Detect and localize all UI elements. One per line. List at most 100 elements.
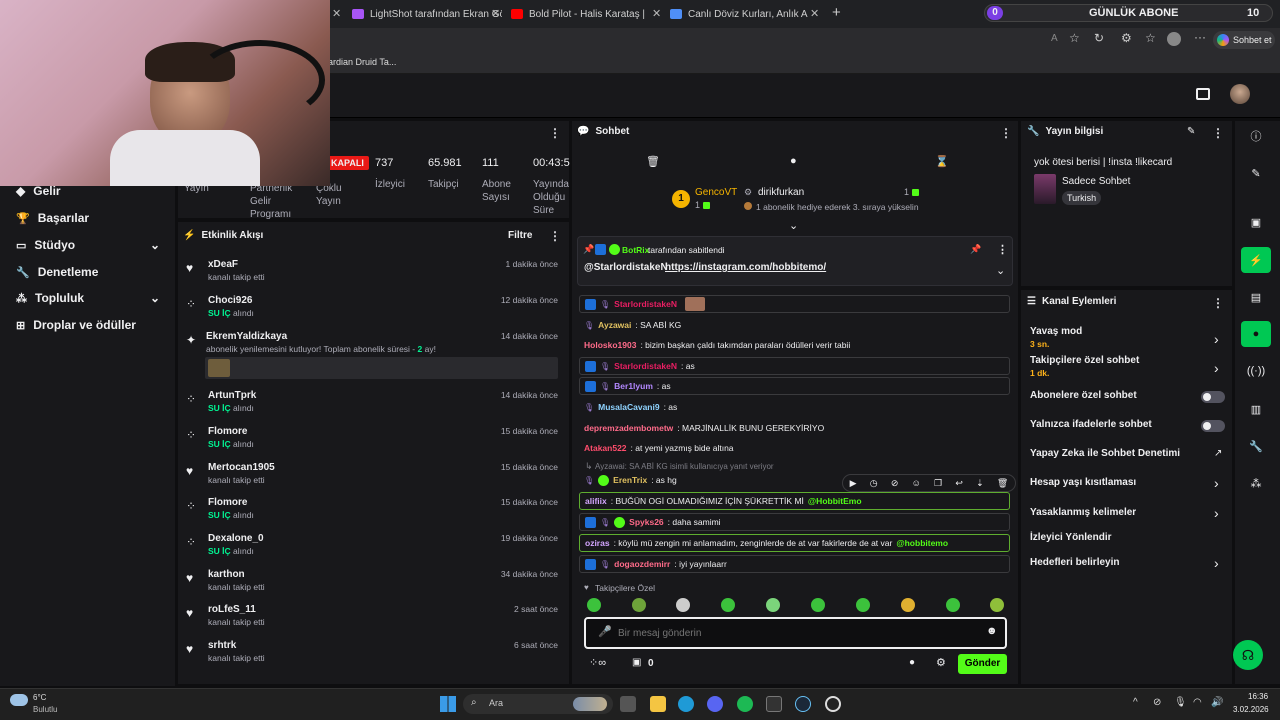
tab-close-icon[interactable]: ✕ (332, 7, 341, 20)
hourglass-icon[interactable]: ⌛ (935, 155, 949, 168)
emote-icon[interactable] (721, 598, 735, 612)
activity-username[interactable]: EkremYaldizkaya (206, 331, 287, 342)
chevron-right-icon[interactable]: › (1214, 555, 1219, 571)
activity-username[interactable]: karthon (208, 569, 245, 580)
chat-username[interactable]: Spyks26 (629, 517, 664, 527)
chat-username[interactable]: oziras (585, 538, 610, 548)
microphone-icon[interactable]: 🎤 (598, 625, 612, 638)
chat-message[interactable]: Atakan522: at yemi yazmış bide altına (579, 439, 1010, 457)
chat-icon[interactable]: ● (1241, 321, 1271, 347)
send-button[interactable]: Gönder (958, 654, 1007, 674)
emote-icon[interactable] (901, 598, 915, 612)
chat-input[interactable] (618, 624, 978, 642)
channel-action-row[interactable]: Hesap yaşı kısıtlaması (1030, 477, 1136, 488)
emoji-icon[interactable]: ☻ (986, 625, 998, 637)
chat-username[interactable]: ErenTrix (613, 475, 647, 485)
clock-date[interactable]: 3.02.2026 (1233, 705, 1269, 714)
chat-message[interactable]: Holosko1903: bizim başkan çaldı takımdan… (579, 336, 1010, 354)
chat-username[interactable]: Ayzawai (598, 320, 631, 330)
chat-username[interactable]: StarlordistakeN (614, 299, 677, 309)
pin-icon[interactable]: ⇣ (976, 478, 984, 489)
category-name[interactable]: Sadece Sohbet (1062, 176, 1130, 187)
clock-time[interactable]: 16:36 (1248, 692, 1268, 701)
chat-message[interactable]: 🎙 Ayzawai: SA ABİ KG (579, 316, 1010, 334)
chat-bubble-icon[interactable]: ● (790, 155, 797, 167)
more-options-icon[interactable]: ⋮ (549, 229, 561, 243)
stream-manager-icon[interactable] (1196, 88, 1210, 100)
more-options-icon[interactable]: ⋮ (1212, 126, 1224, 140)
chat-message[interactable]: 🎙 MusalaCavani9: as (579, 398, 1010, 416)
more-options-icon[interactable]: ⋮ (1000, 126, 1012, 140)
chat-mention[interactable]: @HobbitEmo (808, 496, 862, 506)
chat-message[interactable]: 🎙 Ber1lyum: as (579, 377, 1010, 395)
support-headset-icon[interactable]: ☊ (1233, 640, 1263, 670)
clock-icon[interactable]: ◷ (870, 478, 878, 489)
trash-icon[interactable]: 🗑 (646, 155, 660, 168)
layout-icon[interactable]: ▥ (1241, 396, 1271, 422)
settings-gear-icon[interactable]: ⚙ (936, 656, 946, 669)
chat-username[interactable]: MusalaCavani9 (598, 402, 659, 412)
task-view-icon[interactable] (620, 696, 636, 712)
chevron-down-icon[interactable]: ⌄ (996, 264, 1005, 277)
more-options-icon[interactable]: ⋮ (1212, 296, 1224, 310)
more-menu-icon[interactable]: ··· (1194, 30, 1206, 44)
activity-username[interactable]: roLfeS_11 (208, 604, 256, 615)
browser-tab[interactable]: Bold Pilot - Halis Karataş | 1996 G (511, 4, 647, 24)
copy-icon[interactable]: ❐ (934, 478, 942, 489)
chat-username[interactable]: alifiix (585, 496, 607, 506)
new-tab-button[interactable]: + (832, 4, 841, 21)
discord-icon[interactable] (707, 696, 723, 712)
activity-username[interactable]: Choci926 (208, 295, 252, 306)
nav-item-drops[interactable]: ⊞ Droplar ve ödüller (16, 318, 136, 332)
activity-username[interactable]: srhtrk (208, 640, 236, 651)
steam-icon[interactable] (795, 696, 811, 712)
nav-item-moderation[interactable]: 🔧 Denetleme (16, 265, 98, 279)
user-avatar[interactable] (1230, 84, 1250, 104)
channel-action-row[interactable]: İzleyici Yönlendir (1030, 532, 1112, 543)
chat-message[interactable]: depremzadembometw: MARJİNALLİK BUNU GERE… (579, 419, 1010, 437)
chat-users-icon[interactable]: ● (909, 657, 915, 668)
chat-username[interactable]: Ber1lyum (614, 381, 653, 391)
nav-item-achievements[interactable]: 🏆 Başarılar (16, 211, 89, 225)
chat-username[interactable]: dogaozdemirr (614, 559, 670, 569)
chat-message[interactable]: 🎙 dogaozdemirr: iyi yayınlaarr (579, 555, 1010, 573)
chat-message[interactable]: oziras: köylü mü zengin mi anlamadım, ze… (579, 534, 1010, 552)
copilot-chat-button[interactable]: Sohbet et (1213, 31, 1275, 49)
channel-action-row[interactable]: Yasaklanmış kelimeler (1030, 507, 1136, 518)
activity-username[interactable]: ArtunTprk (208, 390, 256, 401)
play-icon[interactable]: ▶ (850, 478, 857, 489)
filter-button[interactable]: Filtre (508, 230, 532, 241)
more-options-icon[interactable]: ⋮ (997, 243, 1008, 256)
external-link-icon[interactable]: ↗ (1214, 448, 1222, 459)
reply-icon[interactable]: ↩ (955, 478, 963, 489)
activity-username[interactable]: Dexalone_0 (208, 533, 264, 544)
nav-item-community[interactable]: ⁂ Topluluk ⌄ (16, 291, 160, 305)
wifi-icon[interactable]: ◠ (1193, 697, 1202, 708)
file-explorer-icon[interactable] (650, 696, 666, 712)
browser-tab[interactable]: LightShot tarafından Ekran Görünt (352, 4, 502, 24)
clipboard-icon[interactable]: ▤ (1241, 284, 1271, 310)
activity-username[interactable]: xDeaF (208, 259, 238, 270)
chat-message[interactable]: 🎙 StarlordistakeN: as (579, 357, 1010, 375)
favorite-star-icon[interactable]: ☆ (1069, 31, 1080, 45)
activity-username[interactable]: Flomore (208, 426, 247, 437)
windows-start-icon[interactable] (440, 696, 456, 712)
chevron-right-icon[interactable]: › (1214, 331, 1219, 347)
chat-mention[interactable]: @hobbitemo (896, 538, 948, 548)
terminal-icon[interactable] (766, 696, 782, 712)
tab-close-icon[interactable]: ✕ (652, 7, 661, 20)
tab-close-icon[interactable]: ✕ (491, 7, 500, 20)
emote-icon[interactable] (811, 598, 825, 612)
volume-icon[interactable]: 🔊 (1211, 697, 1223, 708)
delete-icon[interactable]: 🗑 (997, 478, 1008, 489)
spotify-icon[interactable] (737, 696, 753, 712)
edit-pencil-icon[interactable]: ✎ (1241, 160, 1271, 186)
emote-icon[interactable] (587, 598, 601, 612)
read-aloud-icon[interactable]: A (1051, 33, 1058, 44)
channel-action-row[interactable]: Yalnızca ifadelerle sohbet (1030, 419, 1152, 430)
microphone-tray-icon[interactable]: 🎙 (1174, 697, 1187, 708)
favorites-icon[interactable]: ☆ (1145, 31, 1156, 45)
chevron-right-icon[interactable]: › (1214, 505, 1219, 521)
edit-pencil-icon[interactable]: ✎ (1187, 126, 1195, 137)
emote-icon[interactable] (766, 598, 780, 612)
